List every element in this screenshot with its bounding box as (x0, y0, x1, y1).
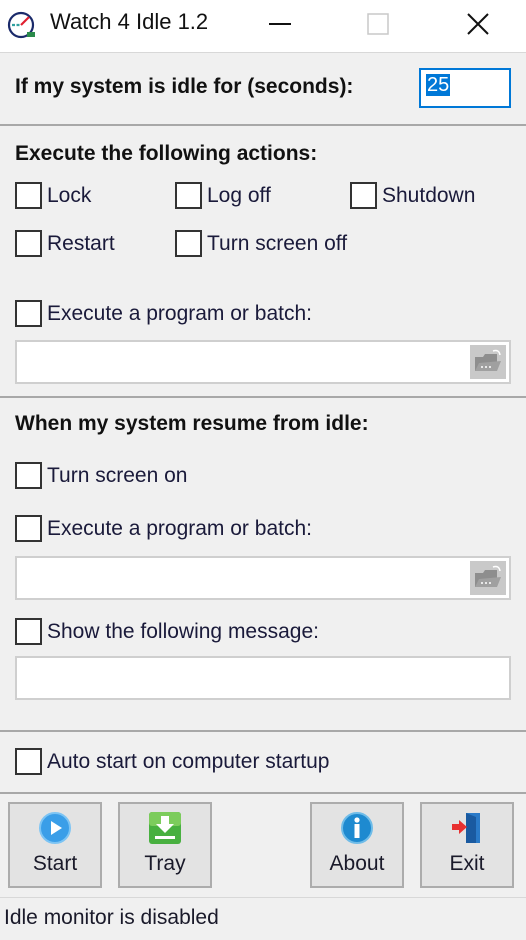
autostart-checkbox[interactable]: Auto start on computer startup (15, 748, 329, 775)
title-bar: Watch 4 Idle 1.2 (0, 0, 526, 52)
actions-heading: Execute the following actions: (15, 142, 318, 165)
log-off-checkbox[interactable]: Log off (175, 182, 271, 209)
start-label: Start (32, 852, 78, 875)
maximize-button[interactable] (338, 0, 418, 48)
minimize-button[interactable] (240, 0, 320, 48)
start-button[interactable]: Start (8, 802, 102, 888)
checkbox-box[interactable] (15, 182, 42, 209)
restart-checkbox[interactable]: Restart (15, 230, 115, 257)
checkbox-box[interactable] (15, 618, 42, 645)
folder-open-icon (475, 565, 501, 587)
checkbox-label: Show the following message: (47, 619, 319, 643)
idle-actions-section: Execute the following actions: Lock Log … (0, 126, 526, 398)
checkbox-label: Log off (207, 183, 271, 207)
folder-open-icon (475, 349, 501, 371)
tray-button[interactable]: Tray (118, 802, 212, 888)
turn-screen-on-checkbox[interactable]: Turn screen on (15, 462, 187, 489)
idle-seconds-input[interactable]: 25 (419, 68, 511, 108)
maximize-icon (367, 13, 389, 35)
about-button[interactable]: About (310, 802, 404, 888)
checkbox-label: Execute a program or batch: (47, 516, 312, 540)
exit-button[interactable]: Exit (420, 802, 514, 888)
checkbox-label: Auto start on computer startup (47, 749, 330, 773)
checkbox-label: Restart (47, 231, 115, 255)
close-button[interactable] (438, 0, 518, 48)
status-text: Idle monitor is disabled (4, 906, 219, 929)
resume-actions-section: When my system resume from idle: Turn sc… (0, 398, 526, 732)
idle-browse-button[interactable] (470, 345, 506, 379)
tray-label: Tray (144, 852, 186, 875)
info-icon (341, 812, 373, 844)
lock-checkbox[interactable]: Lock (15, 182, 91, 209)
status-bar: Idle monitor is disabled (0, 898, 526, 940)
resume-heading: When my system resume from idle: (15, 412, 369, 435)
autostart-section: Auto start on computer startup (0, 732, 526, 794)
minimize-icon (269, 23, 291, 25)
app-gauge-icon (7, 11, 35, 39)
idle-program-path-input[interactable] (15, 340, 511, 384)
show-message-checkbox[interactable]: Show the following message: (15, 618, 319, 645)
checkbox-box[interactable] (350, 182, 377, 209)
checkbox-label: Execute a program or batch: (47, 301, 312, 325)
resume-program-path-input[interactable] (15, 556, 511, 600)
window-title: Watch 4 Idle 1.2 (50, 9, 209, 34)
checkbox-label: Shutdown (382, 183, 476, 207)
checkbox-box[interactable] (15, 462, 42, 489)
checkbox-label: Lock (47, 183, 92, 207)
checkbox-box[interactable] (175, 182, 202, 209)
checkbox-box[interactable] (15, 230, 42, 257)
idle-execute-checkbox[interactable]: Execute a program or batch: (15, 300, 312, 327)
play-icon (39, 812, 71, 844)
idle-threshold-section: If my system is idle for (seconds): 25 (0, 52, 526, 126)
checkbox-label: Turn screen on (47, 463, 188, 487)
resume-message-input[interactable] (15, 656, 511, 700)
checkbox-box[interactable] (15, 748, 42, 775)
checkbox-box[interactable] (15, 515, 42, 542)
toolbar: Start Tray About Exit (0, 794, 526, 898)
checkbox-label: Turn screen off (207, 231, 348, 255)
close-icon (467, 13, 489, 35)
shutdown-checkbox[interactable]: Shutdown (350, 182, 475, 209)
exit-door-icon (452, 813, 480, 843)
resume-browse-button[interactable] (470, 561, 506, 595)
checkbox-box[interactable] (175, 230, 202, 257)
idle-seconds-value: 25 (426, 74, 451, 96)
download-icon (149, 812, 181, 844)
resume-execute-checkbox[interactable]: Execute a program or batch: (15, 515, 312, 542)
about-label: About (329, 852, 385, 875)
exit-label: Exit (449, 852, 485, 875)
turn-screen-off-checkbox[interactable]: Turn screen off (175, 230, 347, 257)
checkbox-box[interactable] (15, 300, 42, 327)
idle-seconds-label: If my system is idle for (seconds): (15, 75, 354, 98)
